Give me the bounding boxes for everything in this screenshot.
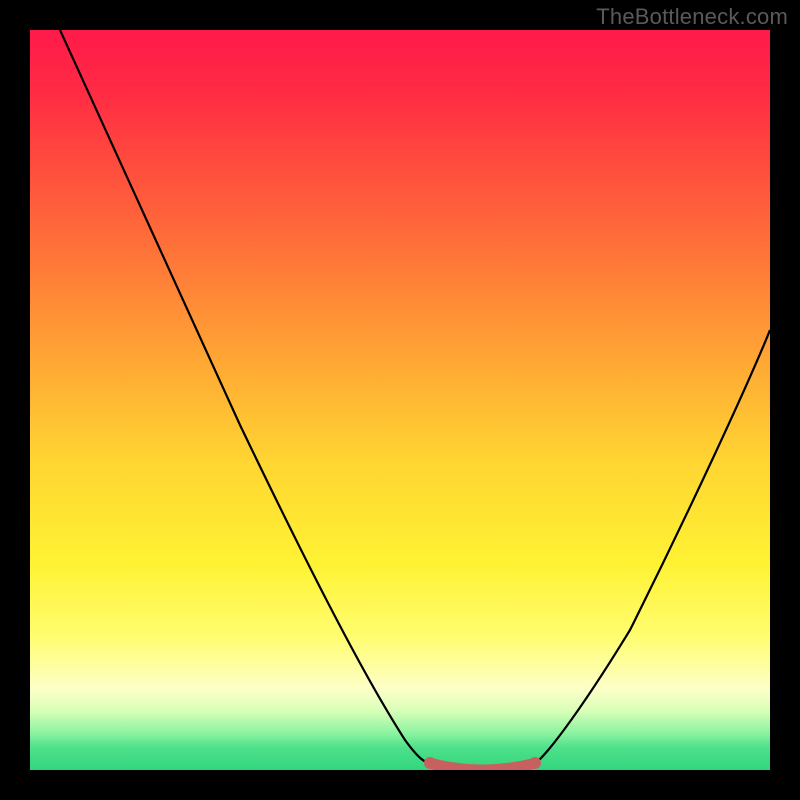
curve-svg [30,30,770,770]
bottom-highlight [430,763,535,770]
bottleneck-curve [60,30,770,770]
watermark-text: TheBottleneck.com [596,4,788,30]
chart-frame: TheBottleneck.com [0,0,800,800]
highlight-dot-left [424,757,436,769]
highlight-dot-right [529,757,541,769]
plot-area [30,30,770,770]
